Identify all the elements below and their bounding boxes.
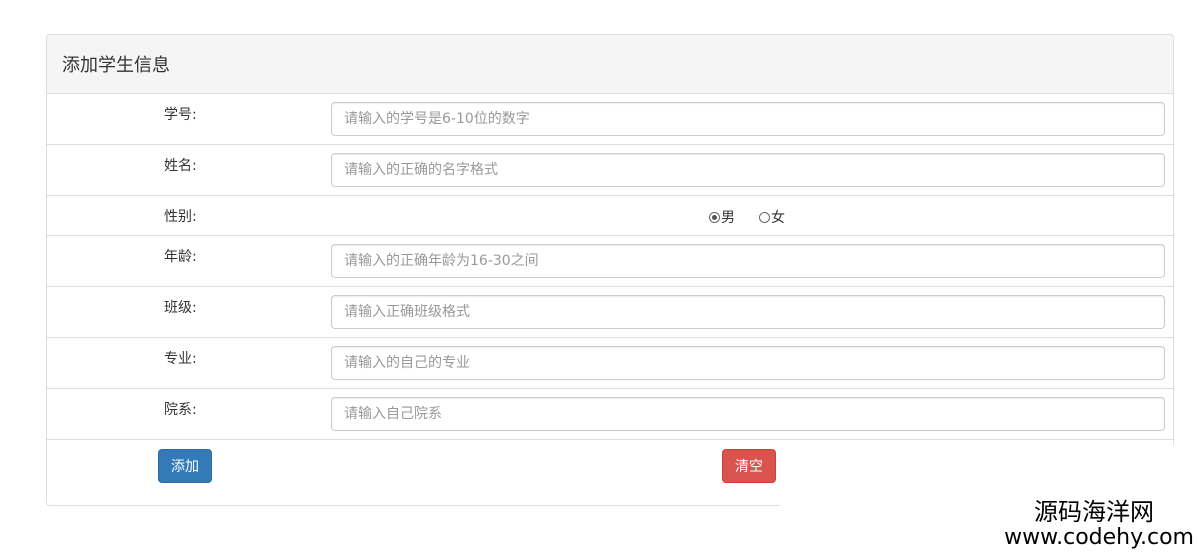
watermark-site-url: www.codehy.com: [1004, 525, 1194, 550]
major-input[interactable]: [331, 346, 1165, 380]
major-label: 专业:: [164, 351, 197, 367]
panel-title: 添加学生信息: [47, 35, 1173, 94]
gender-female-option[interactable]: 女: [759, 207, 785, 227]
form-row-student-id: 学号:: [47, 94, 1173, 145]
student-id-input[interactable]: [331, 102, 1165, 136]
age-input[interactable]: [331, 244, 1165, 278]
form-row-major: 专业:: [47, 338, 1173, 389]
gender-female-radio[interactable]: [759, 211, 770, 223]
add-button[interactable]: 添加: [158, 449, 212, 483]
student-form-panel: 添加学生信息 学号: 姓名: 性别: 男 女 年龄: 班级: 专业:: [46, 34, 1174, 506]
name-input[interactable]: [331, 153, 1165, 187]
gender-male-option[interactable]: 男: [709, 207, 735, 227]
gender-label: 性别:: [164, 209, 197, 225]
clear-button[interactable]: 清空: [722, 449, 776, 483]
student-id-label: 学号:: [164, 107, 197, 123]
class-input[interactable]: [331, 295, 1165, 329]
age-label: 年龄:: [164, 249, 197, 265]
site-watermark: 源码海洋网 www.codehy.com: [1004, 498, 1194, 550]
gender-male-label: 男: [721, 210, 735, 226]
department-input[interactable]: [331, 397, 1165, 431]
name-label: 姓名:: [164, 158, 197, 174]
form-row-department: 院系:: [47, 389, 1173, 440]
watermark-site-name: 源码海洋网: [1034, 498, 1154, 526]
form-row-class: 班级:: [47, 287, 1173, 338]
gender-male-radio[interactable]: [709, 211, 720, 223]
form-row-age: 年龄:: [47, 236, 1173, 287]
class-label: 班级:: [164, 300, 197, 316]
watermark-area: 源码海洋网 www.codehy.com: [780, 445, 1200, 556]
gender-radio-group: 男 女: [709, 207, 785, 227]
gender-female-label: 女: [771, 210, 785, 226]
form-row-name: 姓名:: [47, 145, 1173, 196]
department-label: 院系:: [164, 402, 197, 418]
form-row-gender: 性别: 男 女: [47, 196, 1173, 236]
